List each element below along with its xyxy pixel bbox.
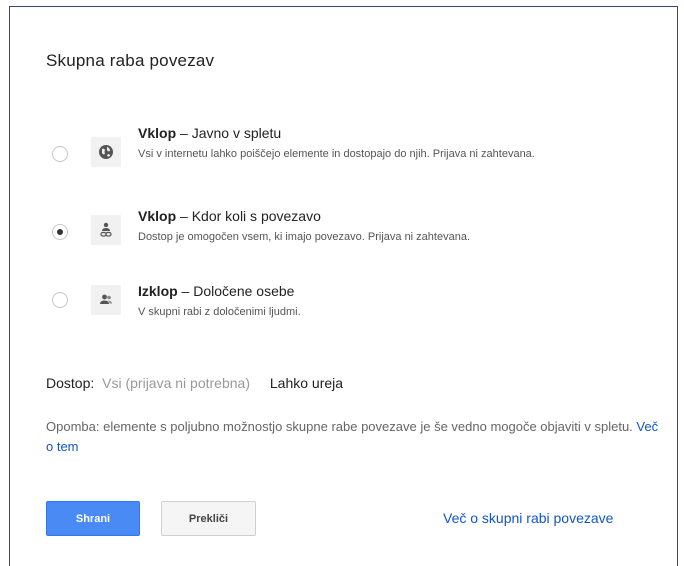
dialog-title: Skupna raba povezav (46, 51, 215, 70)
option-public-text: Vklop – Javno v spletu Vsi v internetu l… (138, 125, 608, 164)
note-body: Opomba: elemente s poljubno možnostjo sk… (46, 419, 637, 434)
save-button[interactable]: Shrani (46, 501, 140, 536)
option-title: Vklop – Javno v spletu (138, 125, 282, 141)
cancel-button[interactable]: Prekliči (161, 501, 256, 536)
globe-icon (91, 137, 121, 167)
option-title: Vklop – Kdor koli s povezavo (138, 208, 321, 224)
option-description: V skupni rabi z določenimi ljudmi. (138, 306, 301, 318)
sharing-dialog: Skupna raba povezav Vklop – Javno v sple… (9, 6, 678, 566)
learn-more-sharing-link[interactable]: Več o skupni rabi povezave (443, 510, 613, 526)
radio-specific-people[interactable] (52, 292, 68, 308)
people-icon (91, 285, 121, 315)
radio-public[interactable] (52, 146, 68, 162)
access-label: Dostop: (46, 375, 95, 391)
person-link-icon (91, 215, 121, 245)
option-specific-text: Izklop – Določene osebe V skupni rabi z … (138, 283, 608, 322)
access-row: Dostop: Vsi (prijava ni potrebna) Lahko … (46, 375, 343, 391)
option-title: Izklop – Določene osebe (138, 283, 295, 299)
option-description: Vsi v internetu lahko poiščejo elemente … (138, 148, 535, 160)
radio-anyone-with-link[interactable] (52, 224, 68, 240)
permission-dropdown[interactable]: Lahko ureja (270, 375, 343, 391)
option-description: Dostop je omogočen vsem, ki imajo poveza… (138, 231, 471, 243)
note-text: Opomba: elemente s poljubno možnostjo sk… (46, 417, 666, 457)
access-value: Vsi (prijava ni potrebna) (102, 375, 250, 391)
option-anyone-text: Vklop – Kdor koli s povezavo Dostop je o… (138, 208, 608, 247)
